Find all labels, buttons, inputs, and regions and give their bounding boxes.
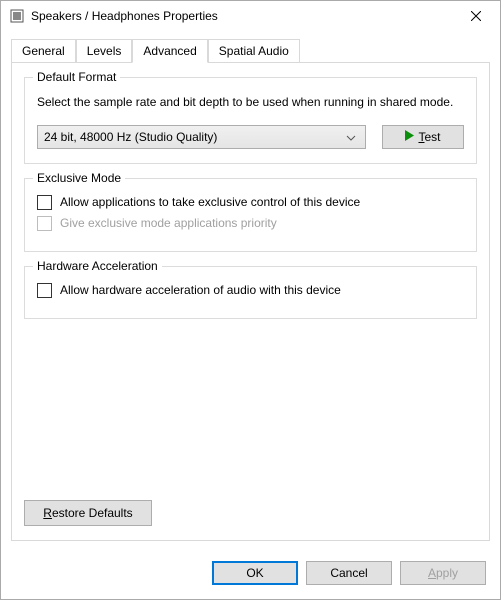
play-icon: [405, 130, 414, 144]
cancel-button[interactable]: Cancel: [306, 561, 392, 585]
hardware-accel-row[interactable]: Allow hardware acceleration of audio wit…: [37, 283, 464, 298]
tab-general[interactable]: General: [11, 39, 76, 63]
sample-format-dropdown[interactable]: 24 bit, 48000 Hz (Studio Quality): [37, 125, 366, 149]
dialog-content: General Levels Advanced Spatial Audio De…: [1, 31, 500, 551]
window-title: Speakers / Headphones Properties: [31, 9, 453, 23]
sample-format-value: 24 bit, 48000 Hz (Studio Quality): [44, 130, 343, 144]
titlebar: Speakers / Headphones Properties: [1, 1, 500, 31]
exclusive-control-checkbox[interactable]: [37, 195, 52, 210]
exclusive-priority-row: Give exclusive mode applications priorit…: [37, 216, 464, 231]
close-icon: [471, 11, 481, 21]
tab-levels[interactable]: Levels: [76, 39, 133, 63]
chevron-down-icon: [343, 130, 359, 144]
spacer: [24, 333, 477, 494]
exclusive-priority-checkbox: [37, 216, 52, 231]
format-row: 24 bit, 48000 Hz (Studio Quality) Test: [37, 125, 464, 149]
default-format-description: Select the sample rate and bit depth to …: [37, 94, 464, 111]
exclusive-mode-group: Exclusive Mode Allow applications to tak…: [24, 178, 477, 252]
exclusive-priority-label: Give exclusive mode applications priorit…: [60, 216, 277, 230]
ok-button[interactable]: OK: [212, 561, 298, 585]
tab-panel-advanced: Default Format Select the sample rate an…: [11, 62, 490, 541]
close-button[interactable]: [453, 2, 498, 31]
exclusive-control-label: Allow applications to take exclusive con…: [60, 195, 360, 209]
app-icon: [9, 8, 25, 24]
hardware-accel-checkbox[interactable]: [37, 283, 52, 298]
hardware-accel-label: Allow hardware acceleration of audio wit…: [60, 283, 341, 297]
default-format-group: Default Format Select the sample rate an…: [24, 77, 477, 164]
restore-defaults-button[interactable]: Restore Defaults: [24, 500, 152, 526]
tab-advanced[interactable]: Advanced: [132, 39, 207, 63]
exclusive-mode-legend: Exclusive Mode: [33, 171, 125, 185]
tab-strip: General Levels Advanced Spatial Audio: [11, 39, 490, 63]
test-button[interactable]: Test: [382, 125, 464, 149]
default-format-legend: Default Format: [33, 70, 120, 84]
test-button-label: Test: [418, 130, 440, 144]
apply-button: Apply: [400, 561, 486, 585]
dialog-button-row: OK Cancel Apply: [1, 551, 500, 599]
hardware-acceleration-legend: Hardware Acceleration: [33, 259, 162, 273]
hardware-acceleration-group: Hardware Acceleration Allow hardware acc…: [24, 266, 477, 319]
tab-spatial-audio[interactable]: Spatial Audio: [208, 39, 300, 63]
exclusive-control-row[interactable]: Allow applications to take exclusive con…: [37, 195, 464, 210]
